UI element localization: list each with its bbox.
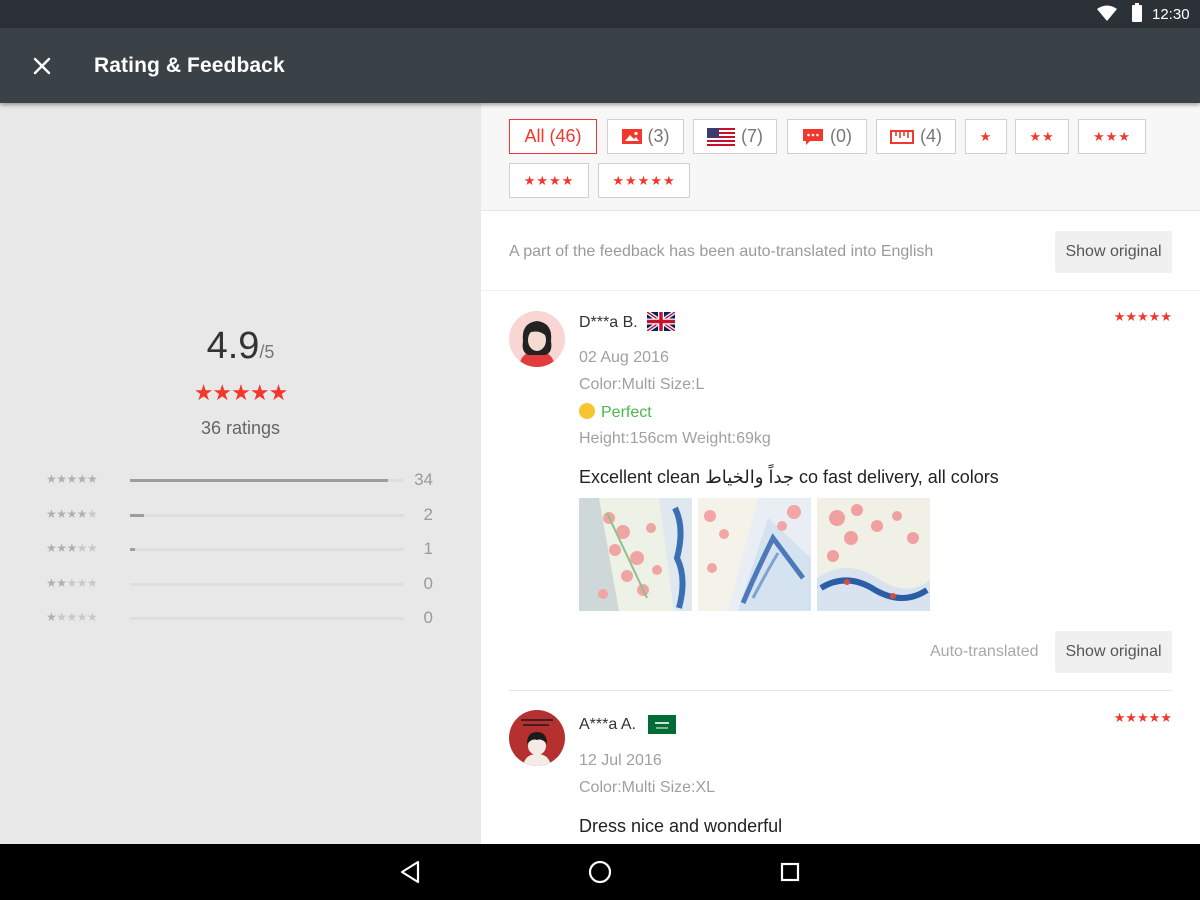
distribution-row-1[interactable]: ★★★★★ 0 [46, 608, 446, 630]
review-photo[interactable] [817, 498, 930, 611]
clock: 12:30 [1152, 6, 1190, 23]
app-bar: Rating & Feedback [0, 28, 1200, 103]
rating-summary-panel: 4.9/5 ★★★★★ 36 ratings ★★★★★ 34 ★★★★★ 2 … [0, 103, 481, 844]
filter-country-count: (7) [741, 126, 763, 146]
review-variant: Color:Multi Size:L [579, 376, 705, 393]
distribution-row-5[interactable]: ★★★★★ 34 [46, 470, 446, 492]
translation-notice-text: A part of the feedback has been auto-tra… [509, 243, 934, 260]
review-divider [509, 690, 1172, 691]
filter-2-star-label: ★★ [1029, 128, 1055, 144]
review-photo[interactable] [698, 498, 811, 611]
distribution-count: 34 [414, 470, 433, 489]
filter-comments[interactable]: (0) [787, 119, 867, 154]
filter-size[interactable]: (4) [876, 119, 956, 154]
show-original-button[interactable]: Show original [1055, 631, 1172, 673]
distribution-bar [130, 479, 404, 482]
filter-4-star[interactable]: ★★★★ [509, 163, 589, 198]
comment-icon [803, 128, 823, 145]
distribution-bar [130, 583, 404, 586]
filter-size-count: (4) [920, 126, 942, 146]
average-value: 4.9 [206, 325, 260, 367]
distribution-count: 1 [423, 539, 433, 558]
saudi-flag-icon [648, 715, 676, 734]
distribution-count: 0 [423, 608, 433, 627]
wifi-icon [1097, 5, 1117, 21]
row-stars: ★★★★★ [46, 472, 98, 486]
show-original-button[interactable]: Show original [1055, 231, 1172, 273]
filter-3-star[interactable]: ★★★ [1078, 119, 1146, 154]
review-item: A***a A. ★★★★★ 12 Jul 2016 Color:Multi S… [509, 710, 1172, 844]
distribution-fill [130, 479, 388, 482]
filter-photos[interactable]: (3) [607, 119, 684, 154]
filter-all-label: All (46) [524, 126, 582, 146]
filter-bar: All (46) (3) (7) (0) (4) ★ ★★ ★★★ ★★★★ ★… [481, 103, 1200, 211]
row-stars: ★★★★★ [46, 576, 98, 590]
photo-icon [621, 129, 642, 144]
close-button[interactable] [22, 46, 62, 86]
reviewer-name: A***a A. [579, 716, 636, 733]
body-measurements: Height:156cm Weight:69kg [579, 430, 771, 447]
feedback-panel: All (46) (3) (7) (0) (4) ★ ★★ ★★★ ★★★★ ★… [481, 103, 1200, 844]
page-title: Rating & Feedback [94, 54, 285, 77]
recents-button[interactable] [774, 856, 806, 888]
filter-photos-count: (3) [647, 126, 670, 146]
home-button[interactable] [584, 856, 616, 888]
distribution-bar [130, 617, 404, 620]
distribution-row-4[interactable]: ★★★★★ 2 [46, 505, 446, 527]
filter-country[interactable]: (7) [693, 119, 777, 154]
review-photo[interactable] [579, 498, 692, 611]
filter-all[interactable]: All (46) [509, 119, 597, 154]
distribution-fill [130, 514, 144, 517]
distribution-fill [130, 548, 136, 551]
distribution-row-2[interactable]: ★★★★★ 0 [46, 574, 446, 596]
uk-flag-icon [647, 312, 675, 331]
auto-translated-label: Auto-translated [930, 643, 1039, 660]
smile-icon [579, 403, 595, 419]
reviewer-name: D***a B. [579, 314, 638, 331]
system-nav-bar [0, 844, 1200, 900]
filter-3-star-label: ★★★ [1093, 128, 1131, 144]
back-button[interactable] [394, 856, 426, 888]
filter-1-star-label: ★ [979, 128, 993, 144]
filter-2-star[interactable]: ★★ [1015, 119, 1069, 154]
row-stars: ★★★★★ [46, 507, 98, 521]
ruler-icon [890, 129, 914, 144]
home-icon [588, 860, 612, 884]
row-stars: ★★★★★ [46, 610, 98, 624]
distribution-row-3[interactable]: ★★★★★ 1 [46, 539, 446, 561]
average-out-of: /5 [259, 342, 275, 362]
average-stars: ★★★★★ [193, 380, 289, 405]
us-flag-icon [707, 127, 735, 146]
translation-notice: A part of the feedback has been auto-tra… [481, 211, 1200, 291]
close-icon [33, 57, 51, 75]
distribution-count: 2 [423, 505, 433, 524]
review-text: Dress nice and wonderful [579, 816, 783, 836]
filter-5-star-label: ★★★★★ [612, 172, 676, 188]
fit-label: Perfect [601, 404, 652, 421]
avatar[interactable] [509, 710, 565, 766]
battery-icon [1132, 3, 1142, 22]
review-item: D***a B. ★★★★★ 02 Aug 2016 Color:Multi S… [509, 309, 1172, 491]
ratings-count: 36 ratings [200, 418, 281, 438]
filter-4-star-label: ★★★★ [523, 172, 575, 188]
row-stars: ★★★★★ [46, 541, 98, 555]
distribution-bar [130, 514, 404, 517]
review-text: Excellent clean جداً والخياط co fast del… [579, 467, 999, 487]
fit-indicator: Perfect [579, 403, 652, 422]
avatar[interactable] [509, 311, 565, 367]
recents-icon [780, 862, 800, 882]
distribution-bar [130, 548, 404, 551]
status-bar: 12:30 [0, 0, 1200, 28]
review-stars: ★★★★★ [1113, 309, 1172, 324]
review-date: 12 Jul 2016 [579, 752, 662, 769]
filter-1-star[interactable]: ★ [965, 119, 1007, 154]
filter-5-star[interactable]: ★★★★★ [598, 163, 690, 198]
review-variant: Color:Multi Size:XL [579, 779, 716, 796]
distribution-count: 0 [423, 574, 433, 593]
review-date: 02 Aug 2016 [579, 349, 669, 366]
average-rating: 4.9/5 [0, 325, 481, 368]
filter-comments-count: (0) [830, 126, 852, 146]
back-icon [400, 860, 420, 884]
review-stars: ★★★★★ [1113, 710, 1172, 725]
